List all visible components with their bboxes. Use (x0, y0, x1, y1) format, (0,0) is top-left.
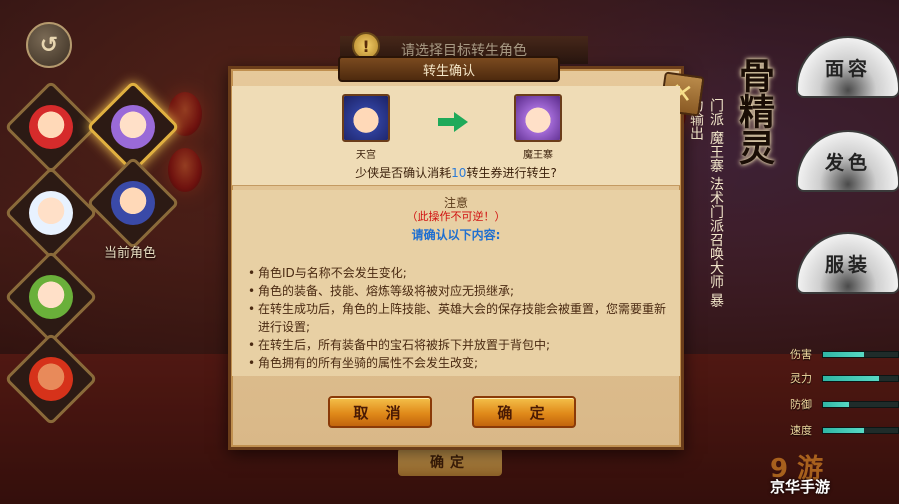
target-portrait (516, 96, 560, 140)
rule-item: 角色ID与名称不会发生变化; (248, 264, 668, 282)
character-portrait (111, 181, 155, 225)
arrow-right-icon (438, 112, 468, 132)
dialog-title: 转生确认 (338, 56, 560, 82)
question-prefix: 少侠是否确认消耗 (355, 166, 452, 180)
character-portrait (28, 105, 73, 149)
source-name: 天宫 (356, 150, 376, 161)
question-suffix: 转生券进行转生? (466, 166, 557, 180)
rules-list: 角色ID与名称不会发生变化; 角色的装备、技能、熔炼等级将被对应无损继承; 在转… (248, 264, 668, 372)
back-button[interactable]: ↺ (26, 22, 72, 68)
target-name: 魔王寨 (523, 150, 553, 161)
ticket-count: 10 (451, 166, 467, 180)
stat-label: 速度 (790, 424, 812, 437)
stat-bar (822, 350, 899, 358)
stat-label: 伤害 (790, 348, 812, 361)
stat-label: 防御 (790, 398, 812, 411)
dialog-title-text: 转生确认 (422, 63, 475, 79)
character-title-art: 骨精灵 (733, 57, 775, 165)
rule-item: 在转生后，所有装备中的宝石将被拆下并放置于背包中; (248, 336, 668, 354)
rule-item: 角色的装备、技能、熔炼等级将被对应无损继承; (248, 282, 668, 300)
watermark-logo: 9 游 (770, 454, 824, 484)
stat-label: 灵力 (790, 372, 812, 385)
school-label: 门派 (708, 98, 724, 126)
stat-fill (823, 375, 880, 381)
school-name: 魔王寨 (708, 130, 724, 173)
school-desc-1: 法术门派召唤大师 (708, 176, 724, 289)
stat-row: 速度 (790, 422, 899, 438)
target-avatar (514, 94, 562, 142)
stat-fill (823, 351, 865, 357)
character-portrait (28, 357, 73, 401)
school-description: 门派 魔王寨 法术门派召唤大师 暴力输出 (688, 98, 726, 318)
character-portrait (28, 191, 73, 235)
notice-panel: 注意 （此操作不可逆！） 请确认以下内容: 角色ID与名称不会发生变化; 角色的… (232, 190, 680, 376)
current-character-label: 当前角色 (104, 246, 157, 261)
stat-row: 灵力 (790, 370, 899, 386)
irreversible-warning: （此操作不可逆！） (406, 210, 506, 223)
source-avatar (342, 94, 390, 142)
back-spiral-icon: ↺ (39, 32, 59, 58)
confirm-button-behind: 确定 (398, 448, 502, 476)
confirm-button[interactable]: 确 定 (472, 396, 576, 428)
stat-bar (822, 426, 899, 434)
rule-item: 在转生成功后，角色的上阵技能、英雄大会的保存技能会被重置，您需要重新进行设置; (248, 300, 668, 336)
stat-fill (823, 401, 850, 407)
source-portrait (344, 96, 388, 140)
stat-row: 防御 (790, 396, 899, 412)
rule-item: 角色拥有的所有坐骑的属性不会发生改变; (248, 354, 668, 372)
cancel-button[interactable]: 取 消 (328, 396, 432, 428)
rebirth-question: 少侠是否确认消耗10转生券进行转生? (232, 164, 680, 181)
character-portrait (111, 105, 155, 149)
stat-bar (822, 400, 899, 408)
stat-row: 伤害 (790, 346, 899, 362)
stat-bar (822, 374, 899, 382)
character-portrait (28, 275, 73, 319)
watermark-text: 京华手游 (770, 478, 831, 496)
confirm-heading: 请确认以下内容: (411, 228, 501, 242)
stat-fill (823, 427, 865, 433)
